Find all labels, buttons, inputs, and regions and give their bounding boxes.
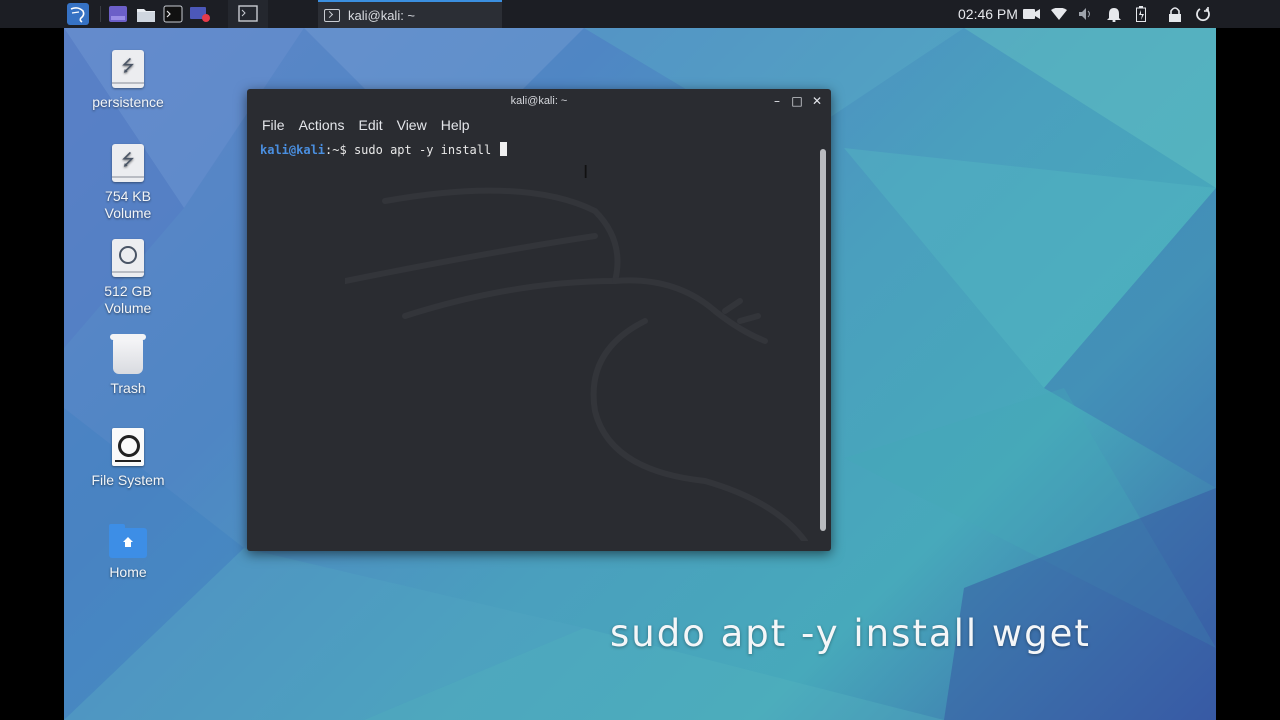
clock[interactable]: 02:46 PM xyxy=(958,0,1018,28)
wifi-icon[interactable] xyxy=(1048,0,1070,28)
volume-icon[interactable] xyxy=(1075,0,1097,28)
desktop-icon-label-2: Volume xyxy=(104,300,152,316)
menu-edit[interactable]: Edit xyxy=(351,113,389,137)
desktop-icon-label: 754 KB xyxy=(105,188,151,204)
terminal-titlebar[interactable]: kali@kali: ~ – □ ✕ xyxy=(247,89,831,113)
terminal-title: kali@kali: ~ xyxy=(510,95,568,107)
desktop-icon-label: File System xyxy=(91,472,165,488)
letterbox-left xyxy=(0,0,64,720)
workspace-switcher-icon[interactable] xyxy=(106,0,130,28)
panel-separator xyxy=(100,6,101,22)
trash-icon xyxy=(110,334,146,374)
terminal-prompt-line: kali@kali:~$ sudo apt -y install xyxy=(255,141,817,159)
prompt-path: :~$ xyxy=(325,143,347,157)
prompt-user: kali@kali xyxy=(260,143,326,157)
bell-icon[interactable] xyxy=(1103,0,1125,28)
letterbox-right xyxy=(1216,0,1280,720)
terminal-command: sudo apt -y install xyxy=(346,143,499,157)
terminal-icon xyxy=(324,8,340,22)
terminal-output[interactable]: kali@kali:~$ sudo apt -y install xyxy=(255,141,817,547)
lock-icon[interactable] xyxy=(1164,0,1186,28)
kali-dragon-icon[interactable] xyxy=(66,0,90,28)
filesystem-icon xyxy=(112,428,144,466)
menu-view[interactable]: View xyxy=(390,113,434,137)
mouse-ibeam-cursor-icon: I xyxy=(583,162,589,183)
file-manager-icon[interactable] xyxy=(134,0,158,28)
desktop-icon-label: Trash xyxy=(110,380,146,396)
desktop-icon-home[interactable]: Home xyxy=(78,524,178,581)
desktop-icon-label: 512 GB xyxy=(104,283,152,299)
desktop-icon-label: Home xyxy=(109,564,147,580)
desktop-icon-754kb-volume[interactable]: ⭍ 754 KB Volume xyxy=(78,144,178,222)
taskbar-terminal-window[interactable]: kali@kali: ~ xyxy=(318,0,502,28)
terminal-scrollbar[interactable] xyxy=(820,149,826,531)
desktop-icon-persistence[interactable]: ⭍ persistence xyxy=(78,50,178,111)
power-icon[interactable] xyxy=(1192,0,1214,28)
desktop-icon-label: persistence xyxy=(92,94,164,110)
screen-recorder-icon[interactable] xyxy=(188,0,212,28)
terminal-menubar: File Actions Edit View Help xyxy=(255,113,477,137)
menu-help[interactable]: Help xyxy=(434,113,477,137)
top-panel: kali@kali: ~ 02:46 PM xyxy=(0,0,1280,28)
menu-file[interactable]: File xyxy=(255,113,292,137)
kali-dragon-watermark xyxy=(345,187,808,541)
desktop-icon-file-system[interactable]: File System xyxy=(78,428,178,489)
taskbar-window-title: kali@kali: ~ xyxy=(348,7,416,23)
desktop-icon-trash[interactable]: Trash xyxy=(78,334,178,397)
desktop-icon-label-2: Volume xyxy=(104,205,152,221)
workspace-indicator[interactable] xyxy=(228,0,268,28)
desktop-icon-512gb-volume[interactable]: 512 GB Volume xyxy=(78,239,178,317)
terminal-icon[interactable] xyxy=(161,0,185,28)
video-caption: sudo apt -y install wget xyxy=(610,612,1091,655)
maximize-button[interactable]: □ xyxy=(787,89,807,113)
disk-volume-icon xyxy=(112,239,144,277)
home-folder-icon xyxy=(109,524,147,558)
battery-icon[interactable] xyxy=(1130,0,1152,28)
menu-actions[interactable]: Actions xyxy=(292,113,352,137)
text-cursor xyxy=(500,142,508,156)
usb-drive-icon: ⭍ xyxy=(112,144,144,182)
camera-icon[interactable] xyxy=(1021,0,1043,28)
close-button[interactable]: ✕ xyxy=(807,89,827,113)
usb-drive-icon: ⭍ xyxy=(112,50,144,88)
terminal-window[interactable]: kali@kali: ~ – □ ✕ File Actions Edit Vie… xyxy=(247,89,831,551)
minimize-button[interactable]: – xyxy=(767,89,787,113)
